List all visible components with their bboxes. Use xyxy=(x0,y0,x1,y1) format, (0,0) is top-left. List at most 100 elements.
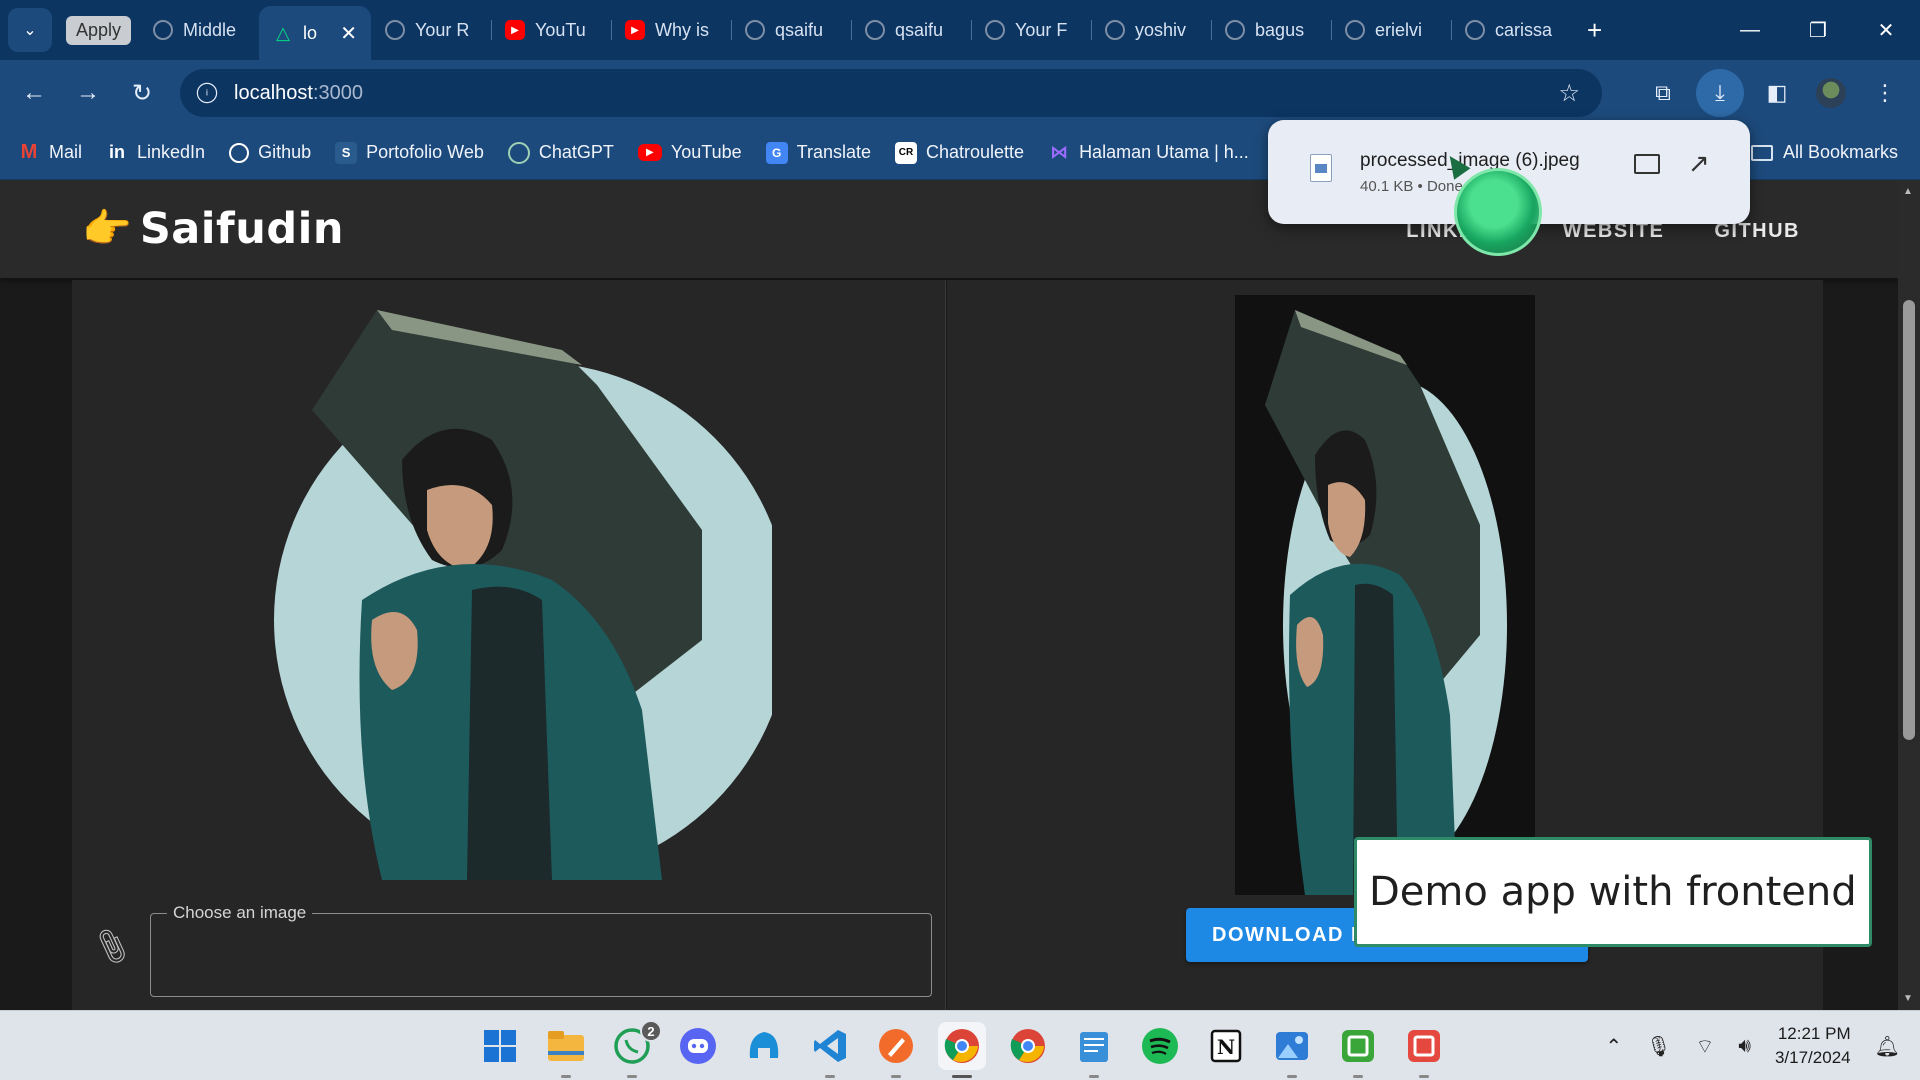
file-input-label: Choose an image xyxy=(167,903,313,923)
bookmark-linkedin[interactable]: in LinkedIn xyxy=(106,142,205,164)
github-icon xyxy=(985,20,1006,40)
start-button[interactable] xyxy=(476,1022,524,1070)
minimize-button[interactable]: — xyxy=(1716,0,1784,60)
taskbar-photos[interactable] xyxy=(1268,1022,1316,1078)
tab[interactable]: Your F xyxy=(971,6,1091,54)
clock-date: 3/17/2024 xyxy=(1774,1048,1851,1067)
tab[interactable]: bagus xyxy=(1211,6,1331,54)
all-bookmarks-button[interactable]: All Bookmarks xyxy=(1750,142,1898,163)
star-icon[interactable]: ☆ xyxy=(1558,79,1580,108)
halaman-icon: ⋈ xyxy=(1050,142,1069,162)
tab[interactable]: qsaifu xyxy=(731,6,851,54)
taskbar-edge-dev[interactable] xyxy=(740,1022,788,1070)
tab[interactable]: Your R xyxy=(371,6,491,54)
chevron-up-icon[interactable]: ⌃ xyxy=(1605,1034,1622,1059)
reload-button[interactable]: ↻ xyxy=(116,67,168,119)
clock[interactable]: 12:21 PM 3/17/2024 xyxy=(1775,1022,1851,1070)
tab-list: Middle △ lo ✕ Your R ▶ YouTu ▶ Why is qsaifu… xyxy=(139,0,1602,60)
taskbar-green-app[interactable] xyxy=(1334,1022,1382,1078)
discord-icon xyxy=(680,1028,716,1064)
portfolio-icon: S xyxy=(335,141,358,164)
close-icon: ✕ xyxy=(1877,19,1895,42)
side-panel-button[interactable]: ◧ xyxy=(1750,66,1804,120)
running-indicator xyxy=(561,1075,571,1078)
youtube-icon: ▶ xyxy=(625,20,646,40)
back-button[interactable]: ← xyxy=(8,67,60,119)
window-controls: — ❐ ✕ xyxy=(1716,0,1920,60)
notification-bell-icon[interactable]: 🔔︎ xyxy=(1875,1034,1900,1059)
forward-button[interactable]: → xyxy=(62,67,114,119)
tab-active[interactable]: △ lo ✕ xyxy=(259,6,372,60)
taskbar-notepad[interactable] xyxy=(1070,1022,1118,1078)
chatroulette-icon: CR xyxy=(895,141,917,164)
tab[interactable]: Middle xyxy=(139,6,259,54)
open-external-icon[interactable]: ↗ xyxy=(1688,148,1710,179)
show-in-folder-icon[interactable] xyxy=(1634,154,1660,174)
reload-icon: ↻ xyxy=(131,79,153,107)
new-tab-button[interactable]: + xyxy=(1587,15,1602,46)
youtube-icon: ▶ xyxy=(637,144,662,161)
tab[interactable]: ▶ YouTu xyxy=(491,6,611,54)
github-icon xyxy=(229,142,250,163)
taskbar-drawing-app[interactable] xyxy=(872,1022,920,1078)
page-scrollbar[interactable]: ▲ ▼ xyxy=(1898,180,1920,1010)
tab-strip: ⌄ Apply Middle △ lo ✕ Your R ▶ YouTu ▶ Why i… xyxy=(0,0,1920,60)
taskbar-whatsapp[interactable]: 2 xyxy=(608,1020,662,1078)
close-window-button[interactable]: ✕ xyxy=(1852,0,1920,60)
scroll-up-icon[interactable]: ▲ xyxy=(1903,186,1913,197)
tab-group-chip[interactable]: Apply xyxy=(66,15,132,45)
file-input[interactable]: Choose an image xyxy=(150,903,932,997)
bookmark-label: Portofolio Web xyxy=(366,142,484,162)
scrollbar-thumb[interactable] xyxy=(1903,300,1915,740)
tab[interactable]: yoshiv xyxy=(1091,6,1211,54)
microphone-icon[interactable]: 🎙︎ xyxy=(1646,1034,1671,1059)
taskbar-spotify[interactable] xyxy=(1136,1022,1184,1070)
address-bar[interactable]: i localhost:3000 ☆ xyxy=(180,69,1602,117)
extensions-button[interactable]: ⧉ xyxy=(1636,66,1690,120)
tab[interactable]: ▶ Why is xyxy=(611,6,731,54)
volume-icon[interactable]: 🔊︎ xyxy=(1738,1035,1751,1058)
bookmark-youtube[interactable]: ▶ YouTube xyxy=(637,142,742,163)
download-icon: ⤓ xyxy=(1715,80,1725,105)
paperclip-icon[interactable]: 📎︎ xyxy=(89,925,134,968)
tab-search-button[interactable]: ⌄ xyxy=(8,8,52,52)
tab-label: Why is xyxy=(655,19,710,40)
tab[interactable]: erielvi xyxy=(1331,6,1451,54)
bookmark-label: Halaman Utama | h... xyxy=(1079,142,1249,162)
taskbar-vscode[interactable] xyxy=(806,1022,854,1078)
taskbar-chrome-active[interactable] xyxy=(938,1022,986,1078)
taskbar-chrome-2[interactable] xyxy=(1004,1022,1052,1070)
spotify-icon xyxy=(1142,1028,1178,1064)
bookmark-github[interactable]: Github xyxy=(229,142,311,163)
bookmark-chatroulette[interactable]: CR Chatroulette xyxy=(895,141,1024,164)
pen-app-icon xyxy=(879,1029,913,1063)
restore-button[interactable]: ❐ xyxy=(1784,0,1852,60)
bookmark-halaman[interactable]: ⋈ Halaman Utama | h... xyxy=(1048,142,1249,164)
menu-button[interactable]: ⋮ xyxy=(1858,66,1912,120)
caption-overlay: Demo app with frontend xyxy=(1354,837,1872,947)
close-icon[interactable]: ✕ xyxy=(340,21,357,46)
taskbar-discord[interactable] xyxy=(674,1022,722,1070)
bookmark-chatgpt[interactable]: ChatGPT xyxy=(507,141,614,164)
tab[interactable]: qsaifu xyxy=(851,6,971,54)
chevron-down-icon: ⌄ xyxy=(23,22,37,39)
url-text[interactable]: localhost:3000 xyxy=(234,82,363,105)
taskbar-file-explorer[interactable] xyxy=(542,1022,590,1078)
minimize-icon: — xyxy=(1740,18,1760,41)
translate-icon: G xyxy=(765,141,788,164)
photos-icon xyxy=(1276,1032,1308,1060)
bookmark-portfolio[interactable]: S Portofolio Web xyxy=(335,141,484,164)
profile-button[interactable] xyxy=(1804,66,1858,120)
tab[interactable]: carissa xyxy=(1451,6,1571,54)
site-info-icon[interactable]: i xyxy=(196,82,218,104)
bookmark-translate[interactable]: G Translate xyxy=(765,141,871,164)
wifi-icon[interactable]: ⌔ xyxy=(1696,1034,1715,1059)
taskbar-notion[interactable]: N xyxy=(1202,1022,1250,1070)
gmail-icon: M xyxy=(20,141,38,163)
downloads-button[interactable]: ⤓ xyxy=(1696,69,1744,117)
taskbar-red-app[interactable] xyxy=(1400,1022,1448,1078)
scroll-down-icon[interactable]: ▼ xyxy=(1903,993,1913,1004)
brand-logo[interactable]: 👉 Saifudin xyxy=(82,204,344,254)
bookmark-mail[interactable]: M Mail xyxy=(18,141,82,164)
notification-badge: 2 xyxy=(640,1020,662,1042)
